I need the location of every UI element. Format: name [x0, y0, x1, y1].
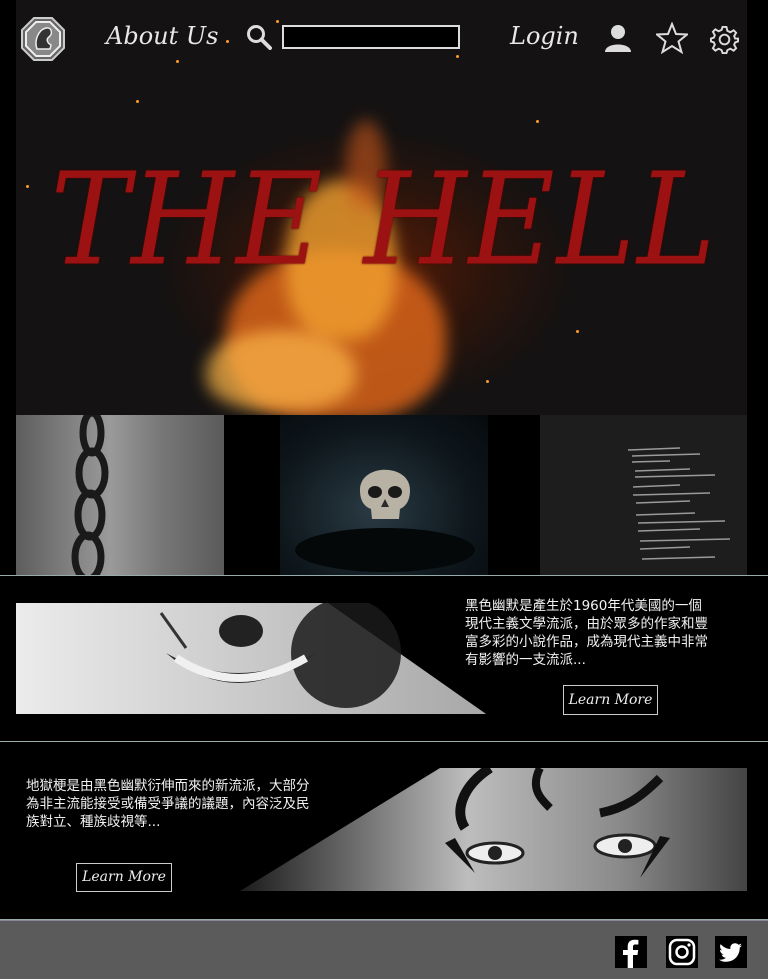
nav-login[interactable]: Login [510, 22, 579, 50]
search-input[interactable] [282, 25, 460, 49]
section-divider [0, 575, 768, 576]
thumbnail-code[interactable] [540, 415, 747, 575]
star-icon[interactable] [656, 22, 688, 54]
promo-image-clown [16, 603, 486, 714]
promo1-learn-more-button[interactable]: Learn More [563, 685, 658, 715]
spark [576, 330, 579, 333]
clown-image [16, 603, 486, 714]
jester-image [240, 768, 747, 891]
promo-image-jester [240, 768, 747, 891]
logo-icon[interactable] [20, 16, 66, 62]
section-divider [0, 741, 768, 742]
spark [226, 40, 229, 43]
skull-image [295, 469, 475, 572]
user-icon[interactable] [603, 23, 633, 53]
spark [136, 100, 139, 103]
instagram-icon[interactable] [666, 936, 698, 968]
gear-icon[interactable] [710, 25, 739, 54]
code-image [627, 447, 731, 560]
nav-about-us[interactable]: About Us [106, 22, 218, 50]
promo2-learn-more-button[interactable]: Learn More [76, 863, 172, 892]
spark [456, 55, 459, 58]
facebook-icon[interactable] [615, 936, 647, 968]
promo1-text: 黑色幽默是產生於1960年代美國的一個現代主義文學流派，由於眾多的作家和豐富多彩… [465, 598, 708, 668]
spark [176, 60, 179, 63]
flame-base [206, 330, 356, 410]
search-icon[interactable] [246, 24, 272, 50]
hero-title: THE HELL [50, 144, 718, 294]
twitter-icon[interactable] [715, 936, 747, 968]
spark [536, 120, 539, 123]
spark [486, 380, 489, 383]
footer [0, 920, 768, 979]
thumbnail-skull[interactable] [280, 415, 488, 575]
thumbnail-chain[interactable] [16, 415, 224, 575]
chain-image [71, 415, 109, 575]
spark [276, 20, 279, 23]
